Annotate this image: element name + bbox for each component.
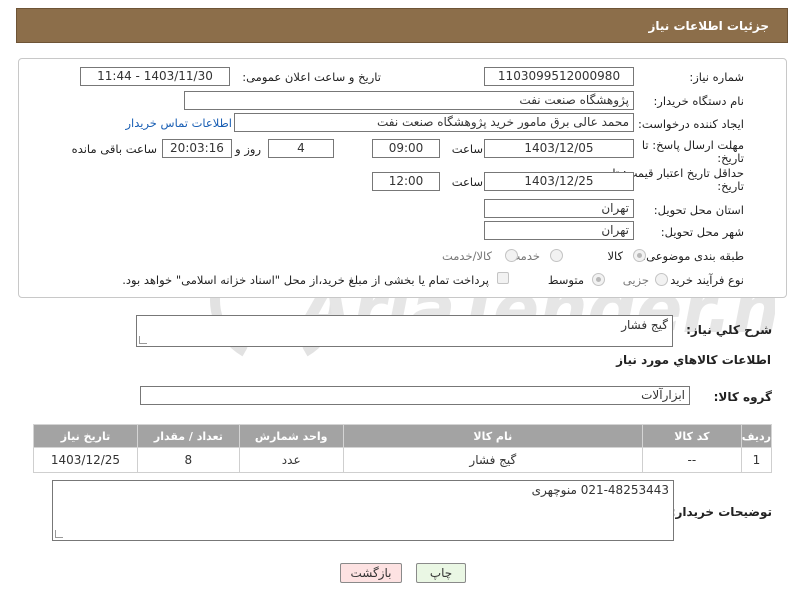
province-field: تهران — [484, 199, 634, 218]
process-option-medium: متوسط — [547, 273, 584, 287]
city-field: تهران — [484, 221, 634, 240]
days-label: روز و — [235, 142, 261, 156]
col-header-unit: واحد شمارش — [238, 424, 344, 448]
days-field: 4 — [268, 139, 334, 158]
need-number-field: 1103099512000980 — [484, 67, 634, 86]
goods-info-title: اطلاعات کالاهاي مورد نياز — [616, 353, 771, 367]
buyer-notes-label: توضیحات خریدار: — [670, 505, 772, 519]
price-validity-label-2: تاریخ: — [717, 179, 744, 193]
creator-label: ایجاد کننده درخواست: — [638, 117, 744, 131]
back-button[interactable]: بازگشت — [340, 563, 402, 583]
resize-grip-icon[interactable] — [55, 530, 63, 538]
print-button[interactable]: چاپ — [416, 563, 466, 583]
cell-row-number: 1 — [740, 447, 773, 473]
price-time-label: ساعت — [451, 175, 483, 189]
resize-grip-icon[interactable] — [139, 336, 147, 344]
col-header-item-name: نام کالا — [342, 424, 643, 448]
reply-deadline-label: مهلت ارسال پاسخ: تا — [641, 138, 744, 152]
price-time-field: 12:00 — [372, 172, 440, 191]
page-title: جزئیات اطلاعات نیاز — [648, 19, 769, 33]
need-number-label: شماره نیاز: — [689, 70, 744, 84]
buyer-org-label: نام دستگاه خریدار: — [653, 94, 744, 108]
category-option-goods: کالا — [607, 249, 623, 263]
col-header-row-number: ردیف — [740, 424, 773, 448]
cell-quantity: 8 — [136, 447, 240, 473]
category-option-goods-service: کالا/خدمت — [441, 249, 492, 263]
remaining-time-field: 20:03:16 — [162, 139, 232, 158]
remaining-label: ساعت باقی مانده — [71, 142, 157, 156]
category-radio-goods-service[interactable] — [505, 249, 518, 262]
group-field: ابزارآلات — [140, 386, 690, 405]
process-label: نوع فرآیند خرید : — [662, 273, 744, 287]
process-option-minor: جزیی — [622, 273, 649, 287]
creator-field: محمد عالی برق مامور خرید پژوهشگاه صنعت ن… — [234, 113, 634, 132]
category-radio-goods[interactable] — [633, 249, 646, 262]
buyer-org-field: پژوهشگاه صنعت نفت — [184, 91, 634, 110]
col-header-item-code: کد کالا — [641, 424, 742, 448]
summary-field: گیج فشار — [136, 315, 673, 347]
treasury-payment-note: پرداخت تمام یا بخشی از مبلغ خرید،از محل … — [122, 273, 489, 287]
summary-value: گیج فشار — [621, 318, 668, 332]
reply-time-label: ساعت — [451, 142, 483, 156]
reply-time-field: 09:00 — [372, 139, 440, 158]
items-table: ردیف کد کالا نام کالا واحد شمارش تعداد /… — [33, 424, 773, 473]
treasury-payment-checkbox[interactable] — [497, 272, 509, 284]
reply-deadline-label-2: تاریخ: — [717, 151, 744, 165]
announce-field: 1403/11/30 - 11:44 — [80, 67, 230, 86]
page-header: جزئیات اطلاعات نیاز — [16, 8, 788, 43]
cell-item-code: -- — [641, 447, 742, 473]
process-radio-minor[interactable] — [655, 273, 668, 286]
price-date-field: 1403/12/25 — [484, 172, 634, 191]
cell-item-name: گیج فشار — [342, 447, 643, 473]
table-row[interactable]: 1 -- گیج فشار عدد 8 1403/12/25 — [33, 447, 773, 473]
province-label: استان محل تحویل: — [653, 203, 744, 217]
cell-unit: عدد — [238, 447, 344, 473]
reply-date-field: 1403/12/05 — [484, 139, 634, 158]
process-radio-medium[interactable] — [592, 273, 605, 286]
col-header-quantity: تعداد / مقدار — [136, 424, 240, 448]
announce-label: تاریخ و ساعت اعلان عمومی: — [242, 70, 381, 84]
buyer-contact-link[interactable]: اطلاعات تماس خریدار — [125, 116, 232, 130]
city-label: شهر محل تحویل: — [660, 225, 744, 239]
buyer-notes-value: 021-48253443 منوچهری — [531, 483, 669, 497]
group-label: گروه کالا: — [713, 390, 772, 404]
category-radio-service[interactable] — [550, 249, 563, 262]
cell-need-date: 1403/12/25 — [33, 447, 138, 473]
summary-label: شرح کلي نياز: — [686, 323, 772, 337]
col-header-need-date: تاریخ نیاز — [33, 424, 138, 448]
buyer-notes-field: 021-48253443 منوچهری — [52, 480, 674, 541]
category-label: طبقه بندی موضوعی: — [642, 249, 744, 263]
table-header-row: ردیف کد کالا نام کالا واحد شمارش تعداد /… — [33, 424, 773, 448]
